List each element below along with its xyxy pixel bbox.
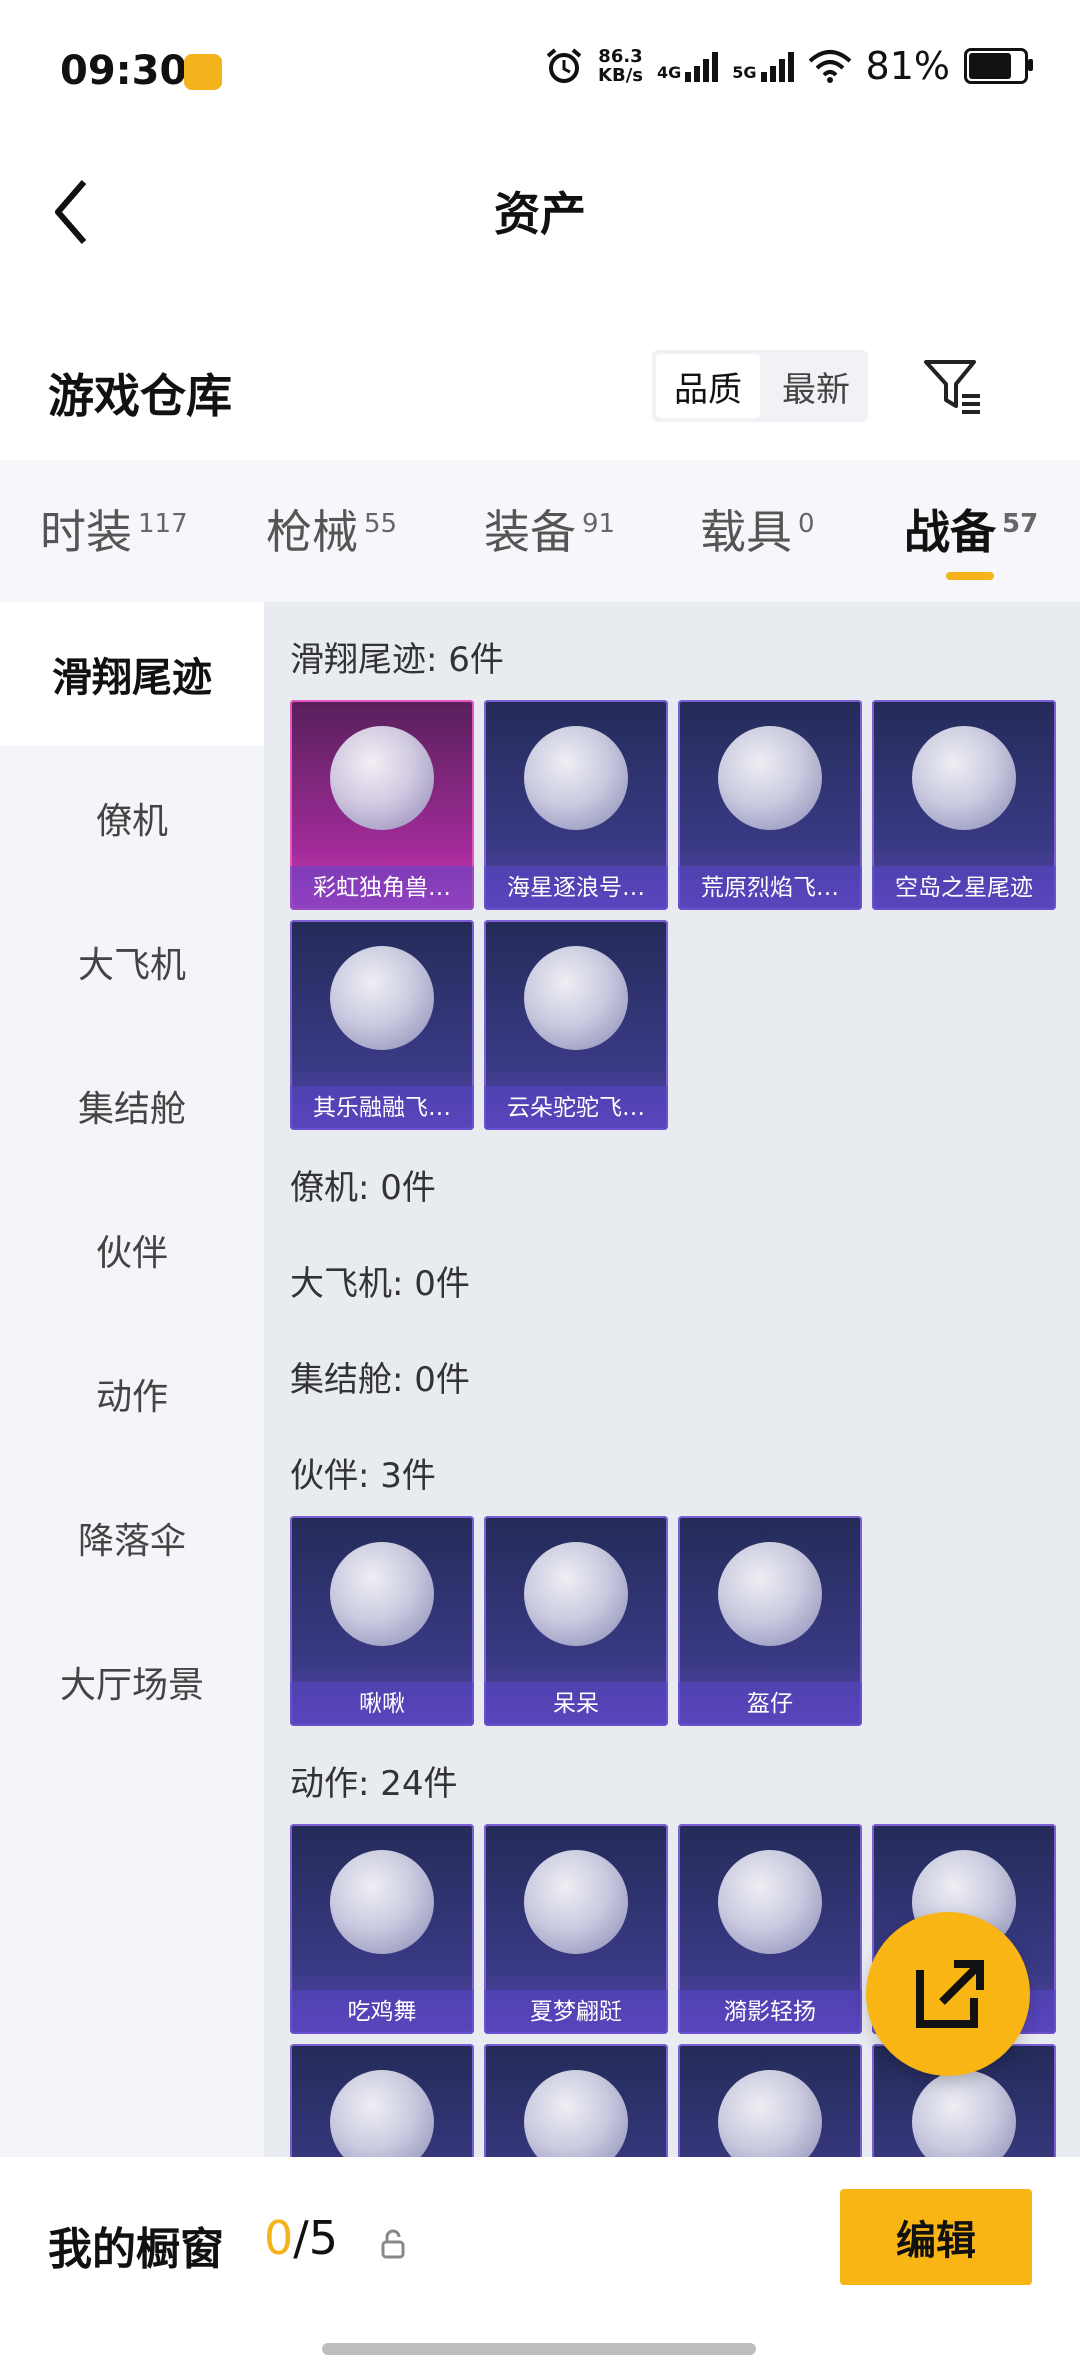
item-image <box>524 2070 628 2157</box>
section-title-glide: 滑翔尾迹: 6件 <box>290 640 504 680</box>
section-title-partner: 伙伴: 3件 <box>290 1456 436 1496</box>
item-image <box>524 1850 628 1954</box>
sidebar-item-actions[interactable]: 动作 <box>0 1322 264 1466</box>
showcase-bar: 我的橱窗 0/5 编辑 <box>0 2157 1080 2375</box>
item-card[interactable]: 荒原烈焰飞… <box>678 700 862 910</box>
item-card[interactable] <box>678 2044 862 2157</box>
item-image <box>330 1542 434 1646</box>
item-image <box>524 1542 628 1646</box>
sort-toggle: 品质 最新 <box>652 350 868 422</box>
item-image <box>330 1850 434 1954</box>
status-bar: 09:30 86.3 KB/s 4G 5G 81% <box>0 0 1080 140</box>
item-image <box>912 2070 1016 2157</box>
sidebar-item-parachute[interactable]: 降落伞 <box>0 1466 264 1610</box>
battery-percent: 81% <box>865 44 950 88</box>
category-sidebar: 滑翔尾迹 僚机 大飞机 集结舱 伙伴 动作 降落伞 大厅场景 <box>0 602 264 2157</box>
sidebar-item-lobby-scene[interactable]: 大厅场景 <box>0 1610 264 1754</box>
item-card[interactable] <box>484 2044 668 2157</box>
home-indicator[interactable] <box>322 2343 756 2355</box>
page-title: 资产 <box>494 187 586 241</box>
active-tab-indicator <box>946 572 994 580</box>
tab-war-gear[interactable]: 战备 57 <box>904 496 1038 580</box>
sidebar-item-big-plane[interactable]: 大飞机 <box>0 890 264 1034</box>
warehouse-label: 游戏仓库 <box>48 369 232 423</box>
item-image <box>330 946 434 1050</box>
item-card[interactable]: 漪影轻扬 <box>678 1824 862 2034</box>
item-card[interactable]: 啾啾 <box>290 1516 474 1726</box>
item-image <box>912 726 1016 830</box>
sidebar-item-glide-trail[interactable]: 滑翔尾迹 <box>0 602 264 746</box>
item-image <box>718 1542 822 1646</box>
item-card[interactable]: 呆呆 <box>484 1516 668 1726</box>
sidebar-item-wingman[interactable]: 僚机 <box>0 746 264 890</box>
network-5g-label: 5G <box>732 63 757 82</box>
app-notification-icon <box>184 54 222 90</box>
sidebar-item-assembly-pod[interactable]: 集结舱 <box>0 1034 264 1178</box>
section-title-assembly: 集结舱: 0件 <box>290 1360 470 1400</box>
item-image <box>718 726 822 830</box>
item-image <box>524 946 628 1050</box>
filter-icon[interactable] <box>920 354 984 418</box>
item-card[interactable]: 云朵驼驼飞… <box>484 920 668 1130</box>
edit-button[interactable]: 编辑 <box>840 2189 1032 2285</box>
sort-latest-button[interactable]: 最新 <box>764 350 868 422</box>
item-card[interactable]: 吃鸡舞 <box>290 1824 474 2034</box>
item-card[interactable]: 盔仔 <box>678 1516 862 1726</box>
showcase-label: 我的橱窗 <box>48 2224 224 2275</box>
sidebar-item-partner[interactable]: 伙伴 <box>0 1178 264 1322</box>
item-card[interactable]: 夏梦翩跹 <box>484 1824 668 2034</box>
item-image <box>330 726 434 830</box>
tab-vehicles[interactable]: 载具 0 <box>700 496 815 562</box>
clock: 09:30 <box>60 48 188 94</box>
page-header: 资产 <box>0 140 1080 270</box>
battery-icon <box>964 48 1033 84</box>
item-card[interactable] <box>290 2044 474 2157</box>
tab-fashion[interactable]: 时装 117 <box>40 496 188 562</box>
warehouse-header: 游戏仓库 品质 最新 <box>0 340 1080 460</box>
network-speed: 86.3 KB/s <box>598 46 643 86</box>
showcase-count: 0/5 <box>264 2211 339 2265</box>
wifi-icon <box>808 50 851 83</box>
item-image <box>330 2070 434 2157</box>
section-title-wingman: 僚机: 0件 <box>290 1168 436 1208</box>
item-image <box>718 2070 822 2157</box>
item-card[interactable]: 空岛之星尾迹 <box>872 700 1056 910</box>
share-icon <box>916 1960 984 2028</box>
lock-icon <box>381 2229 405 2259</box>
alarm-icon <box>546 48 582 83</box>
tab-guns[interactable]: 枪械 55 <box>266 496 397 562</box>
item-image <box>718 1850 822 1954</box>
signal-4g-icon <box>685 50 719 82</box>
network-4g-label: 4G <box>657 63 682 82</box>
category-tabs: 时装 117 枪械 55 装备 91 载具 0 战备 57 <box>0 460 1080 602</box>
item-card[interactable]: 其乐融融飞… <box>290 920 474 1130</box>
section-title-actions: 动作: 24件 <box>290 1764 458 1804</box>
item-card[interactable]: 海星逐浪号… <box>484 700 668 910</box>
item-image <box>524 726 628 830</box>
section-title-big-plane: 大飞机: 0件 <box>290 1264 470 1304</box>
share-fab-button[interactable] <box>866 1912 1030 2076</box>
sort-quality-button[interactable]: 品质 <box>656 354 760 418</box>
tab-equipment[interactable]: 装备 91 <box>484 496 615 562</box>
signal-5g-icon <box>760 50 794 82</box>
item-card[interactable]: 彩虹独角兽… <box>290 700 474 910</box>
